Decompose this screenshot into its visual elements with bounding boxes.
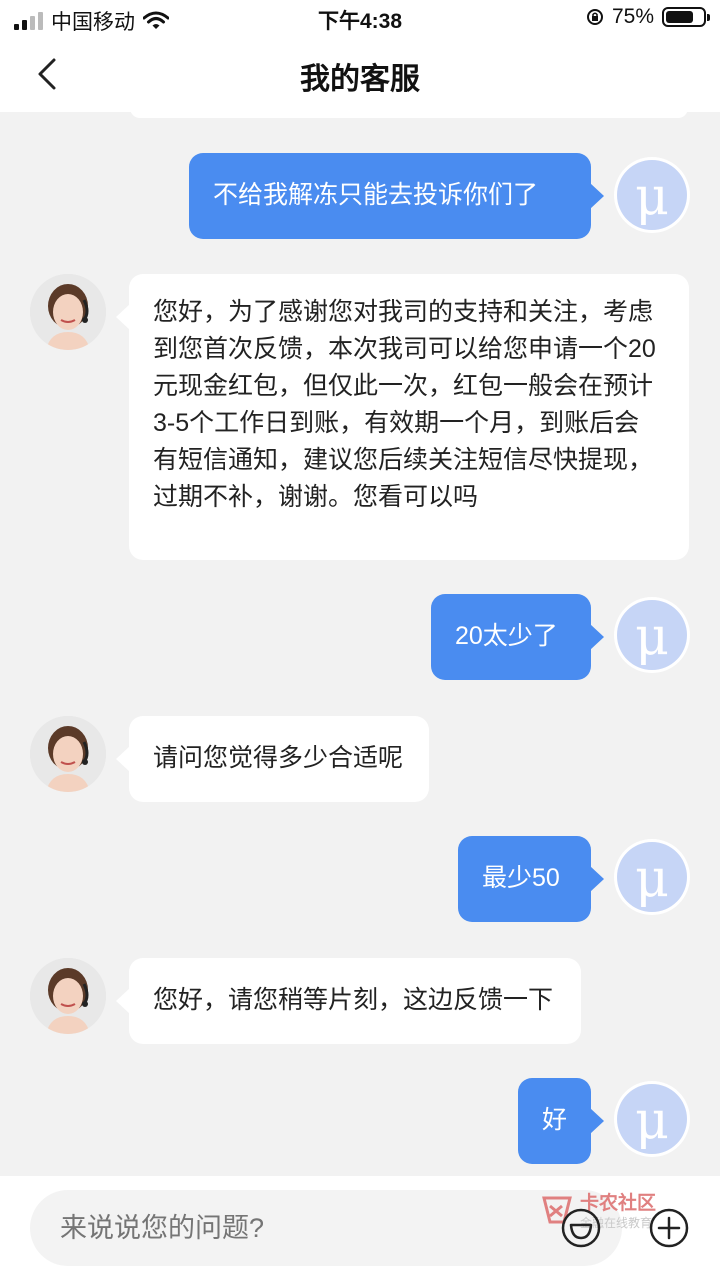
nav-bar: 我的客服 [0,36,720,112]
message-text: 请问您觉得多少合适呢 [153,744,404,772]
message-text: 最少50 [482,864,560,892]
status-bar: 中国移动 下午4:38 75% [0,0,720,36]
message-text: 20太少了 [455,622,558,650]
rotation-lock-icon [586,9,603,25]
agent-avatar-image [30,958,106,1034]
agent-avatar-image [30,716,106,792]
message-text: 您好，请您稍等片刻，这边反馈一下 [153,986,554,1014]
plus-icon[interactable] [648,1207,690,1249]
emoji-icon[interactable] [560,1207,602,1249]
user-avatar-glyph: μ [635,607,669,667]
user-avatar[interactable]: μ [614,597,690,673]
agent-avatar-image [30,274,106,350]
message-line: 元现金红包，但仅此一次，红包一般会在预计 [153,372,654,400]
battery-percent: 75% [611,5,654,28]
agent-avatar[interactable] [30,716,106,792]
message-line: 到您首次反馈，本次我司可以给您申请一个20 [153,335,656,363]
battery-icon [662,7,710,27]
message-input[interactable] [30,1190,622,1266]
agent-message-bubble: 您好，为了感谢您对我司的支持和关注，考虑 到您首次反馈，本次我司可以给您申请一个… [116,274,689,560]
user-avatar-glyph: μ [635,167,669,227]
status-right: 75% [586,5,710,29]
page-title: 我的客服 [300,63,420,96]
input-bar: 卡农社区 金融在线教育 [0,1176,720,1280]
user-message-bubble: 20太少了 [431,594,604,680]
battery-fill [666,11,693,23]
message-line: 您好，为了感谢您对我司的支持和关注，考虑 [153,298,654,326]
user-avatar[interactable]: μ [614,839,690,915]
user-avatar-glyph: μ [635,1091,669,1151]
message-text: 不给我解冻只能去投诉你们了 [213,181,539,209]
agent-avatar[interactable] [30,958,106,1034]
message-line: 3-5个工作日到账，有效期一个月，到账后会 [153,409,640,437]
user-avatar-glyph: μ [635,849,669,909]
message-line: 有短信通知，建议您后续关注短信尽快提现， [153,446,654,474]
user-avatar[interactable]: μ [614,157,690,233]
user-avatar[interactable]: μ [614,1081,690,1157]
agent-message-bubble: 请问您觉得多少合适呢 [116,716,429,802]
message-text: 好 [542,1106,568,1134]
previous-message-bubble [130,112,688,118]
message-line: 过期不补，谢谢。您看可以吗 [153,483,479,511]
chat-area[interactable]: 不给我解冻只能去投诉你们了 μ 您好，为了感谢您对我司的支持和关注，考虑 到您首… [0,112,720,1176]
user-message-bubble: 好 [518,1078,604,1164]
agent-message-bubble: 您好，请您稍等片刻，这边反馈一下 [116,958,581,1044]
user-message-bubble: 最少50 [458,836,604,922]
agent-avatar[interactable] [30,274,106,350]
user-message-bubble: 不给我解冻只能去投诉你们了 [189,153,604,239]
